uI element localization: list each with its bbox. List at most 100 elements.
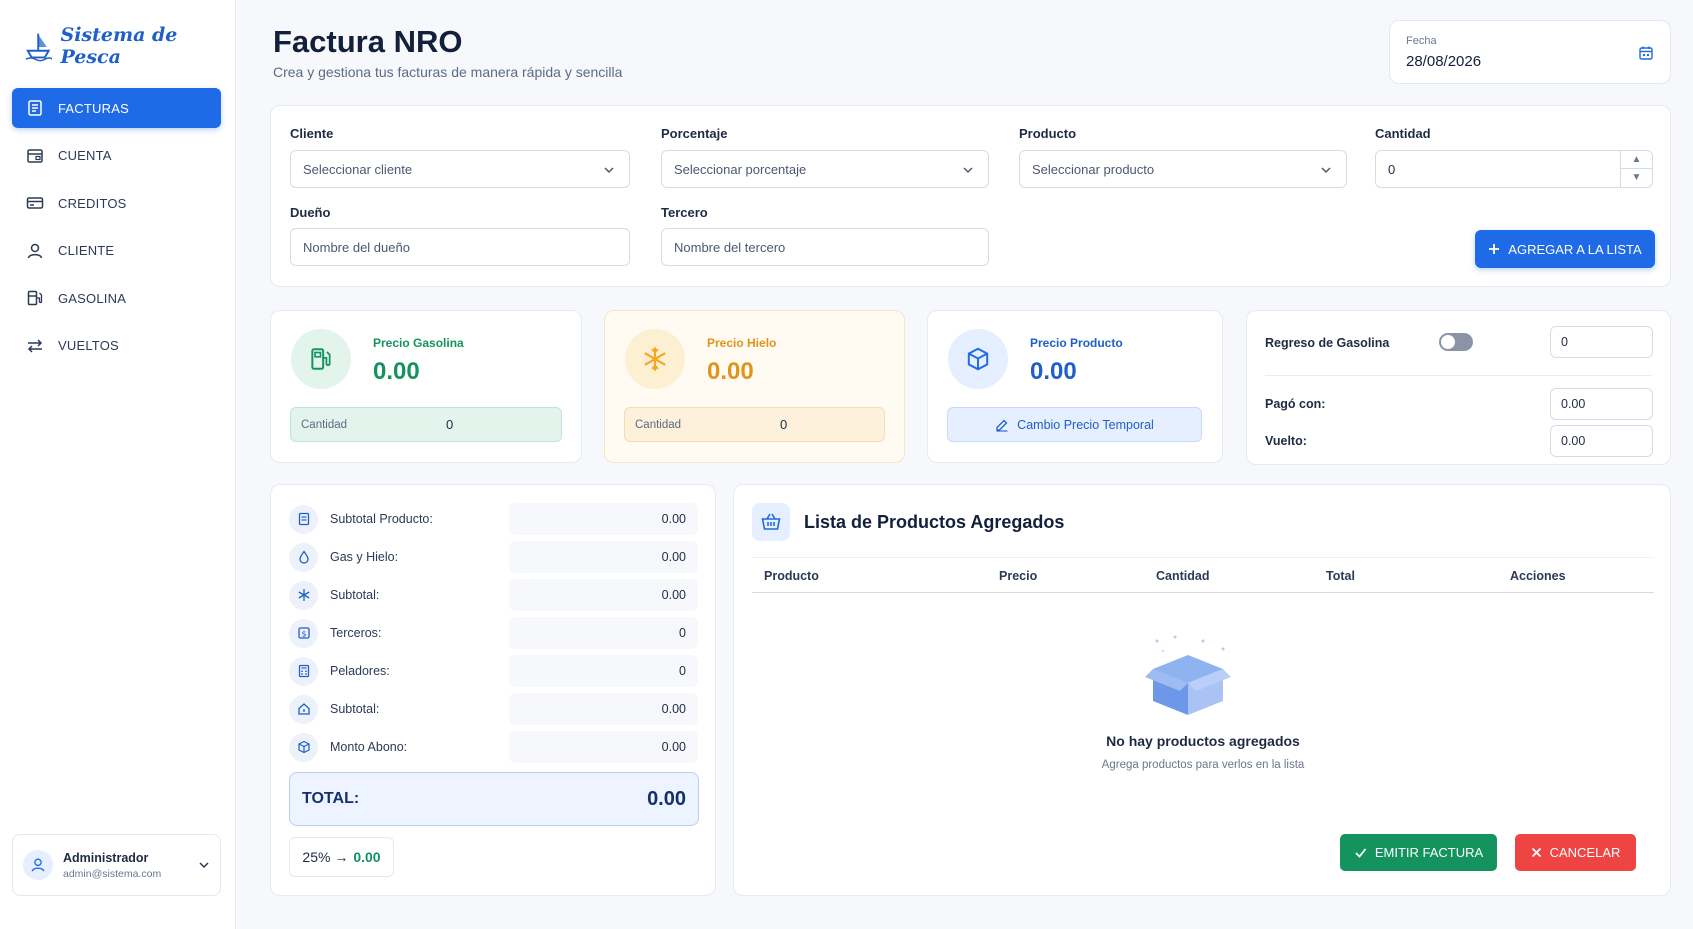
cantidad-value: 0 bbox=[1388, 161, 1396, 177]
cancel-label: CANCELAR bbox=[1549, 845, 1621, 860]
vuelto-value: 0.00 bbox=[1561, 434, 1586, 448]
user-menu[interactable]: Administrador admin@sistema.com bbox=[12, 834, 221, 896]
svg-text:$: $ bbox=[301, 630, 306, 639]
gasolina-price-value: 0.00 bbox=[373, 358, 420, 385]
cliente-label: Cliente bbox=[290, 126, 334, 141]
credit-card-icon bbox=[26, 197, 44, 209]
summary-label: Subtotal: bbox=[330, 588, 380, 602]
snowflake-icon bbox=[289, 580, 318, 610]
close-icon bbox=[1531, 847, 1541, 858]
user-icon bbox=[27, 243, 43, 258]
producto-select[interactable]: Seleccionar producto bbox=[1019, 150, 1347, 188]
boat-logo-icon bbox=[25, 33, 53, 62]
temporary-price-button[interactable]: Cambio Precio Temporal bbox=[947, 407, 1202, 442]
producto-price-label: Precio Producto bbox=[1030, 336, 1123, 350]
producto-price-value: 0.00 bbox=[1030, 358, 1077, 385]
gasolina-qty-value: 0 bbox=[446, 417, 454, 432]
sidebar-item-label: CUENTA bbox=[58, 148, 112, 163]
stepper-up-icon[interactable]: ▲ bbox=[1621, 151, 1652, 169]
summary-value: 0.00 bbox=[509, 731, 698, 763]
sidebar-item-cuenta[interactable]: CUENTA bbox=[12, 136, 221, 176]
hielo-price-label: Precio Hielo bbox=[707, 336, 777, 350]
summary-row: $ Terceros: 0 bbox=[289, 617, 699, 649]
vuelto-input[interactable]: 0.00 bbox=[1550, 425, 1653, 457]
dueno-placeholder: Nombre del dueño bbox=[303, 239, 410, 255]
column-header[interactable]: Acciones bbox=[1510, 569, 1566, 583]
column-header[interactable]: Total bbox=[1326, 569, 1355, 583]
porcentaje-select[interactable]: Seleccionar porcentaje bbox=[661, 150, 989, 188]
pago-label: Pagó con: bbox=[1265, 397, 1326, 411]
column-header[interactable]: Cantidad bbox=[1156, 569, 1209, 583]
porcentaje-select-value: Seleccionar porcentaje bbox=[674, 161, 807, 177]
dueno-input[interactable]: Nombre del dueño bbox=[290, 228, 630, 266]
tercero-placeholder: Nombre del tercero bbox=[674, 239, 786, 255]
sidebar-item-gasolina[interactable]: GASOLINA bbox=[12, 278, 221, 318]
sidebar-item-vueltos[interactable]: VUELTOS bbox=[12, 326, 221, 366]
temporary-price-label: Cambio Precio Temporal bbox=[1017, 417, 1154, 432]
emit-invoice-button[interactable]: EMITIR FACTURA bbox=[1340, 834, 1497, 871]
invoice-icon bbox=[28, 100, 42, 116]
regreso-input[interactable]: 0 bbox=[1550, 326, 1653, 358]
chevron-down-icon[interactable] bbox=[198, 859, 210, 871]
empty-state-subtitle: Agrega productos para verlos en la lista bbox=[1101, 759, 1305, 771]
cliente-select[interactable]: Seleccionar cliente bbox=[290, 150, 630, 188]
user-email: admin@sistema.com bbox=[63, 867, 162, 880]
summary-row: Subtotal: 0.00 bbox=[289, 693, 699, 725]
pago-input[interactable]: 0.00 bbox=[1550, 388, 1653, 420]
add-to-list-button[interactable]: AGREGAR A LA LISTA bbox=[1475, 230, 1655, 268]
summary-value: 0.00 bbox=[509, 541, 698, 573]
account-icon bbox=[27, 148, 43, 163]
gasolina-qty-field[interactable]: Cantidad 0 bbox=[290, 407, 562, 442]
summary-label: Monto Abono: bbox=[330, 740, 408, 754]
gas-station-icon bbox=[27, 290, 43, 306]
cancel-button[interactable]: CANCELAR bbox=[1515, 834, 1636, 871]
divider bbox=[1265, 375, 1652, 376]
gasolina-price-label: Precio Gasolina bbox=[373, 336, 464, 350]
summary-row: Monto Abono: 0.00 bbox=[289, 731, 699, 763]
sidebar-item-cliente[interactable]: CLIENTE bbox=[12, 231, 221, 271]
column-header[interactable]: Producto bbox=[764, 569, 819, 583]
sidebar-item-creditos[interactable]: CREDITOS bbox=[12, 183, 221, 223]
quantity-stepper[interactable]: ▲ ▼ bbox=[1620, 151, 1652, 187]
summary-label: Gas y Hielo: bbox=[330, 550, 399, 564]
regreso-toggle[interactable] bbox=[1439, 333, 1473, 351]
exchange-icon bbox=[27, 338, 43, 353]
regreso-value: 0 bbox=[1561, 335, 1568, 349]
percent-chip: 25% → 0.00 bbox=[289, 837, 394, 877]
percent-value: 0.00 bbox=[353, 849, 381, 865]
products-list-card: Lista de Productos Agregados Producto Pr… bbox=[733, 484, 1671, 896]
summary-value: 0.00 bbox=[509, 503, 698, 535]
snowflake-icon bbox=[625, 329, 685, 389]
shopping-basket-icon bbox=[752, 503, 790, 541]
hielo-price-value: 0.00 bbox=[707, 358, 754, 385]
sidebar-item-label: FACTURAS bbox=[58, 100, 129, 116]
date-field[interactable]: Fecha 28/08/2026 bbox=[1389, 20, 1671, 84]
hielo-qty-value: 0 bbox=[780, 417, 788, 432]
edit-icon bbox=[996, 419, 1008, 432]
sidebar-item-facturas[interactable]: FACTURAS bbox=[12, 88, 221, 128]
tercero-input[interactable]: Nombre del tercero bbox=[661, 228, 989, 266]
stepper-down-icon[interactable]: ▼ bbox=[1621, 169, 1652, 187]
empty-box-icon bbox=[1145, 635, 1231, 715]
sidebar-item-label: GASOLINA bbox=[58, 290, 127, 306]
total-box: TOTAL: 0.00 bbox=[289, 772, 699, 826]
summary-label: Peladores: bbox=[330, 664, 390, 678]
column-header[interactable]: Precio bbox=[999, 569, 1037, 583]
hielo-qty-field[interactable]: Cantidad 0 bbox=[624, 407, 885, 442]
pago-value: 0.00 bbox=[1561, 397, 1586, 411]
summary-row: Gas y Hielo: 0.00 bbox=[289, 541, 699, 573]
user-icon bbox=[31, 858, 45, 872]
add-to-list-label: AGREGAR A LA LISTA bbox=[1508, 241, 1642, 257]
summary-row: Subtotal Producto: 0.00 bbox=[289, 503, 699, 535]
gas-pump-icon bbox=[291, 329, 351, 389]
date-label: Fecha bbox=[1406, 35, 1437, 47]
app-name: Sistema de Pesca bbox=[60, 24, 178, 68]
sidebar: Sistema de Pesca FACTURAS CUENTA CREDITO… bbox=[0, 0, 236, 929]
cantidad-input[interactable]: 0 ▲ ▼ bbox=[1375, 150, 1653, 188]
sidebar-nav: FACTURAS CUENTA CREDITOS CLIENTE GASOLIN… bbox=[12, 88, 221, 373]
calendar-icon[interactable] bbox=[1638, 45, 1654, 61]
calculator-icon bbox=[289, 656, 318, 686]
regreso-card: Regreso de Gasolina 0 Pagó con: 0.00 Vue… bbox=[1246, 310, 1671, 465]
app-logo[interactable]: Sistema de Pesca bbox=[24, 24, 235, 68]
sidebar-item-label: CREDITOS bbox=[58, 195, 127, 211]
